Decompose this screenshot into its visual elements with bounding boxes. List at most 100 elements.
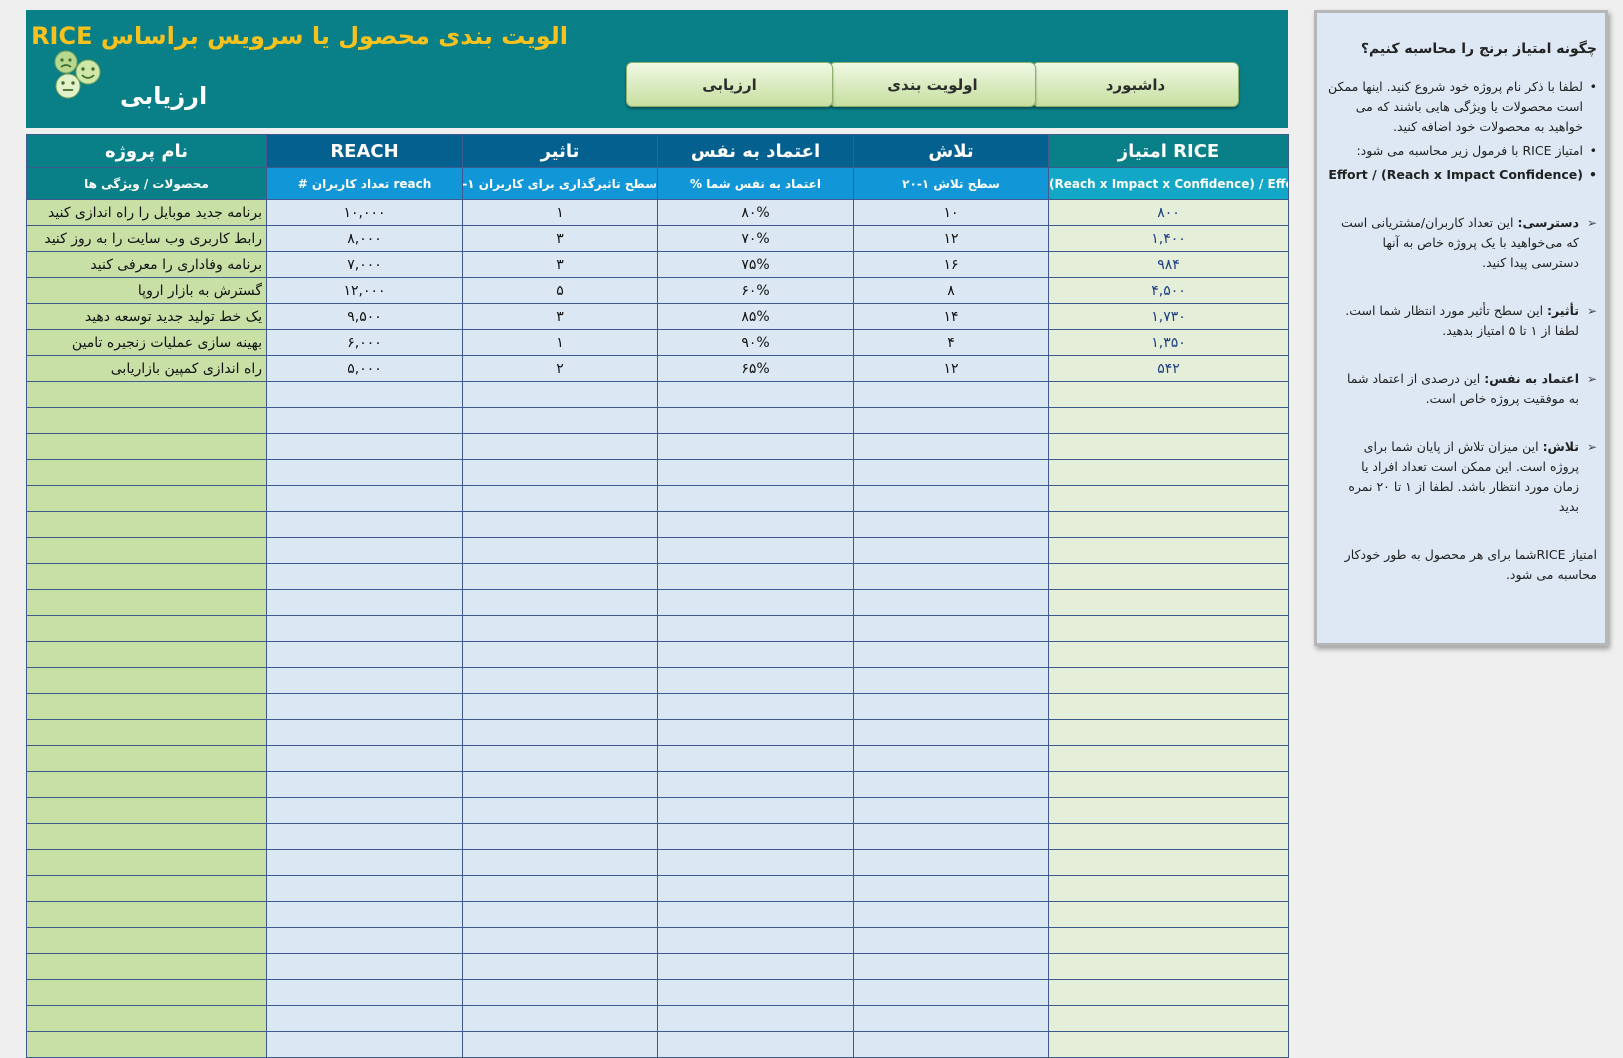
cell-impact[interactable] [462, 667, 658, 694]
cell-impact[interactable] [462, 927, 658, 954]
cell-confidence[interactable]: ۷۵% [657, 251, 854, 278]
cell-confidence[interactable] [657, 667, 854, 694]
cell-impact[interactable] [462, 719, 658, 746]
cell-impact[interactable] [462, 641, 658, 668]
cell-impact[interactable] [462, 1005, 658, 1032]
cell-score[interactable] [1048, 433, 1289, 460]
cell-score[interactable] [1048, 823, 1289, 850]
cell-reach[interactable] [266, 485, 463, 512]
cell-name[interactable] [26, 953, 267, 980]
cell-effort[interactable] [853, 745, 1049, 772]
cell-score[interactable] [1048, 615, 1289, 642]
cell-confidence[interactable] [657, 719, 854, 746]
cell-confidence[interactable] [657, 771, 854, 798]
cell-confidence[interactable] [657, 1005, 854, 1032]
cell-score[interactable] [1048, 1005, 1289, 1032]
cell-impact[interactable] [462, 589, 658, 616]
cell-score[interactable] [1048, 849, 1289, 876]
cell-reach[interactable] [266, 875, 463, 902]
cell-effort[interactable]: ۱۲ [853, 355, 1049, 382]
cell-confidence[interactable] [657, 693, 854, 720]
cell-impact[interactable] [462, 901, 658, 928]
cell-confidence[interactable] [657, 849, 854, 876]
cell-effort[interactable] [853, 381, 1049, 408]
cell-name[interactable] [26, 823, 267, 850]
cell-name[interactable]: برنامه وفاداری را معرفی کنید [26, 251, 267, 278]
cell-impact[interactable] [462, 433, 658, 460]
cell-reach[interactable] [266, 1031, 463, 1058]
cell-effort[interactable] [853, 511, 1049, 538]
nav-button-evaluation[interactable]: ارزیابی [626, 62, 833, 107]
cell-name[interactable] [26, 563, 267, 590]
cell-name[interactable] [26, 901, 267, 928]
cell-score[interactable]: ۱,۳۵۰ [1048, 329, 1289, 356]
cell-impact[interactable] [462, 979, 658, 1006]
cell-confidence[interactable]: ۸۰% [657, 199, 854, 226]
cell-score[interactable]: ۱,۴۰۰ [1048, 225, 1289, 252]
cell-name[interactable] [26, 875, 267, 902]
cell-score[interactable] [1048, 979, 1289, 1006]
cell-impact[interactable] [462, 823, 658, 850]
cell-reach[interactable] [266, 1005, 463, 1032]
cell-score[interactable]: ۵۴۲ [1048, 355, 1289, 382]
cell-effort[interactable] [853, 667, 1049, 694]
cell-name[interactable] [26, 537, 267, 564]
cell-effort[interactable] [853, 849, 1049, 876]
cell-score[interactable] [1048, 953, 1289, 980]
cell-impact[interactable] [462, 615, 658, 642]
cell-name[interactable] [26, 719, 267, 746]
cell-confidence[interactable] [657, 641, 854, 668]
cell-impact[interactable]: ۳ [462, 303, 658, 330]
cell-reach[interactable]: ۱۲,۰۰۰ [266, 277, 463, 304]
cell-effort[interactable]: ۱۰ [853, 199, 1049, 226]
cell-name[interactable] [26, 433, 267, 460]
cell-name[interactable] [26, 927, 267, 954]
cell-confidence[interactable] [657, 615, 854, 642]
cell-confidence[interactable]: ۶۰% [657, 277, 854, 304]
cell-effort[interactable] [853, 901, 1049, 928]
cell-reach[interactable]: ۷,۰۰۰ [266, 251, 463, 278]
cell-impact[interactable] [462, 875, 658, 902]
cell-reach[interactable] [266, 407, 463, 434]
cell-impact[interactable]: ۱ [462, 329, 658, 356]
cell-confidence[interactable]: ۶۵% [657, 355, 854, 382]
cell-name[interactable] [26, 667, 267, 694]
cell-effort[interactable] [853, 615, 1049, 642]
cell-confidence[interactable] [657, 407, 854, 434]
cell-name[interactable] [26, 693, 267, 720]
cell-reach[interactable] [266, 433, 463, 460]
nav-button-dashboard[interactable]: داشبورد [1032, 62, 1239, 107]
cell-reach[interactable] [266, 719, 463, 746]
cell-effort[interactable] [853, 1031, 1049, 1058]
cell-reach[interactable] [266, 823, 463, 850]
cell-effort[interactable] [853, 563, 1049, 590]
cell-confidence[interactable] [657, 537, 854, 564]
cell-score[interactable] [1048, 745, 1289, 772]
cell-impact[interactable]: ۳ [462, 225, 658, 252]
cell-reach[interactable] [266, 667, 463, 694]
cell-impact[interactable] [462, 459, 658, 486]
cell-confidence[interactable] [657, 1031, 854, 1058]
cell-name[interactable] [26, 1031, 267, 1058]
cell-name[interactable]: برنامه جدید موبایل را راه اندازی کنید [26, 199, 267, 226]
cell-reach[interactable] [266, 563, 463, 590]
cell-impact[interactable] [462, 693, 658, 720]
cell-confidence[interactable] [657, 797, 854, 824]
cell-confidence[interactable] [657, 745, 854, 772]
cell-confidence[interactable]: ۸۵% [657, 303, 854, 330]
cell-name[interactable] [26, 641, 267, 668]
cell-reach[interactable]: ۹,۵۰۰ [266, 303, 463, 330]
cell-name[interactable] [26, 381, 267, 408]
cell-confidence[interactable] [657, 459, 854, 486]
cell-name[interactable]: گسترش به بازار اروپا [26, 277, 267, 304]
cell-reach[interactable]: ۸,۰۰۰ [266, 225, 463, 252]
cell-effort[interactable] [853, 797, 1049, 824]
cell-name[interactable] [26, 797, 267, 824]
cell-confidence[interactable] [657, 485, 854, 512]
cell-name[interactable] [26, 459, 267, 486]
cell-confidence[interactable]: ۹۰% [657, 329, 854, 356]
cell-score[interactable] [1048, 485, 1289, 512]
cell-impact[interactable]: ۳ [462, 251, 658, 278]
cell-reach[interactable] [266, 693, 463, 720]
cell-reach[interactable] [266, 511, 463, 538]
